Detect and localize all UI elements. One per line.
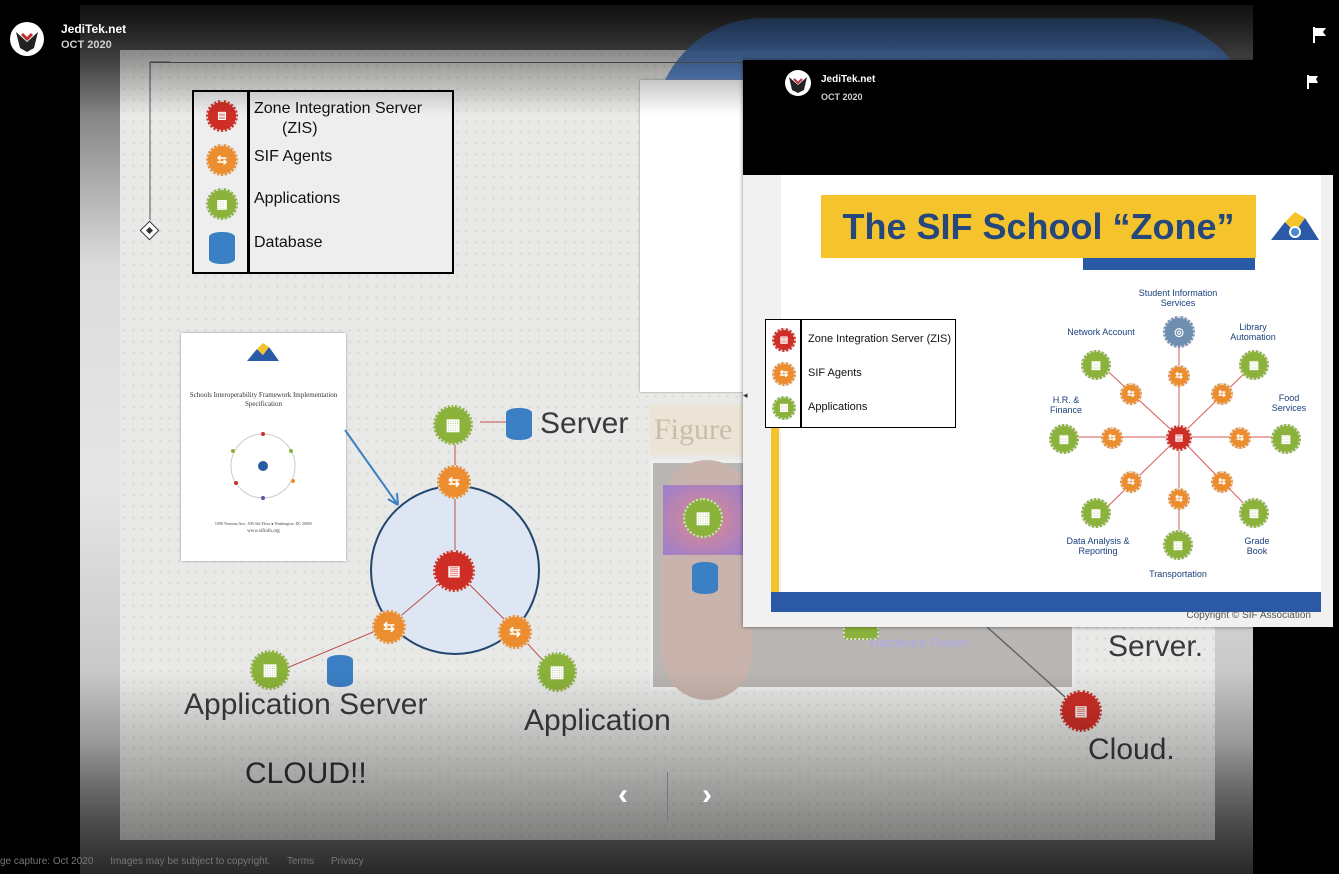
star-zis-icon: ▤	[1166, 425, 1192, 451]
popup-logo-icon[interactable]	[785, 70, 811, 96]
site-logo-icon[interactable]	[10, 22, 44, 56]
figure-strip: Figure	[650, 405, 745, 455]
popup-jeditek-logo-icon	[789, 77, 807, 93]
popup-legend: ▤ ⇆ ▦ Zone Integration Server (ZIS) SIF …	[765, 319, 956, 428]
star-sis-icon: ◎	[1163, 316, 1195, 348]
figure-db-icon	[692, 562, 718, 594]
site-header: JediTek.net OCT 2020	[10, 22, 126, 56]
star-transport-icon: ▦	[1163, 530, 1193, 560]
privacy-link[interactable]: Privacy	[331, 856, 364, 867]
application-icon: ▦	[206, 188, 238, 220]
site-name[interactable]: JediTek.net	[61, 22, 126, 36]
server-app-icon: ▦	[433, 405, 473, 445]
star-agent-ne: ⇆	[1211, 383, 1233, 405]
legend-agents-label: SIF Agents	[254, 148, 333, 165]
star-data-icon: ▦	[1081, 498, 1111, 528]
connector-line	[139, 61, 170, 241]
terms-link[interactable]: Terms	[287, 856, 314, 867]
slide-copyright: Copyright © SIF Association	[1186, 610, 1311, 621]
zis-icon: ▤	[206, 100, 238, 132]
star-hr-icon: ▦	[1049, 424, 1079, 454]
application-label: Application	[524, 704, 671, 737]
flag-icon[interactable]	[1312, 26, 1328, 44]
popup-flag-icon[interactable]	[1306, 74, 1320, 90]
capture-date: ge capture: Oct 2020	[0, 856, 94, 867]
figure-app-icon: ▦	[683, 498, 723, 538]
label-network: Network Account	[1067, 327, 1135, 337]
label-student: Student Information Services	[1138, 288, 1218, 308]
preview-popup: JediTek.net OCT 2020 ◂ The SIF School “Z…	[743, 60, 1333, 627]
popup-collapse-icon[interactable]: ◂	[743, 390, 757, 420]
popup-site-name[interactable]: JediTek.net	[821, 74, 875, 85]
agent-left-icon: ⇆	[372, 610, 406, 644]
popup-date: OCT 2020	[821, 92, 863, 102]
popup-legend-agents: SIF Agents	[808, 367, 862, 379]
popup-app-icon: ▦	[772, 396, 796, 420]
cloud-caps-label: CLOUD!!	[245, 757, 367, 790]
label-library: Library Automation	[1230, 322, 1276, 342]
legend-box: ▤ ⇆ ▦ Zone Integration Server (ZIS) SIF …	[192, 90, 454, 274]
slide-side-accent	[771, 420, 779, 610]
popup-agent-icon: ⇆	[772, 362, 796, 386]
cloud-zis-icon: ▤	[1060, 690, 1102, 732]
popup-header: JediTek.net OCT 2020	[743, 60, 1333, 175]
legend-zis-abbr: (ZIS)	[282, 120, 318, 137]
agent-right-icon: ⇆	[498, 615, 532, 649]
star-agent-n: ⇆	[1168, 365, 1190, 387]
sif-association-logo-icon	[1271, 212, 1319, 240]
star-network-icon: ▦	[1081, 350, 1111, 380]
cloud-connector	[986, 626, 1066, 698]
star-agent-s: ⇆	[1168, 488, 1190, 510]
application-node-icon: ▦	[537, 652, 577, 692]
label-grade: Grade Book	[1244, 536, 1270, 556]
agent-top-icon: ⇆	[437, 465, 471, 499]
star-grade-icon: ▦	[1239, 498, 1269, 528]
star-library-icon: ▦	[1239, 350, 1269, 380]
appserver-db-icon	[327, 655, 353, 687]
server-label: Server	[540, 407, 629, 440]
site-date: OCT 2020	[61, 39, 112, 51]
star-food-icon: ▦	[1271, 424, 1301, 454]
sif-logo-icon	[247, 343, 279, 361]
popup-zis-icon: ▤	[772, 328, 796, 352]
appserver-app-icon: ▦	[250, 650, 290, 690]
legend-zis-label: Zone Integration Server	[254, 100, 423, 117]
slide-title: The SIF School “Zone”	[842, 206, 1235, 247]
router-label: Hardware Router	[870, 635, 969, 650]
figure-label: Figure	[654, 413, 733, 446]
viewer-footer: ge capture: Oct 2020 Images may be subje…	[0, 856, 378, 867]
label-transport: Transportation	[1149, 569, 1207, 579]
slide-footer-bar	[771, 592, 1321, 612]
star-agent-se: ⇆	[1211, 471, 1233, 493]
copyright-notice: Images may be subject to copyright.	[110, 856, 271, 867]
label-food: Food Services	[1271, 393, 1307, 413]
legend-applications-label: Applications	[254, 190, 341, 207]
next-button[interactable]: ›	[702, 778, 712, 812]
application-server-label: Application Server	[184, 688, 428, 721]
agent-icon: ⇆	[206, 144, 238, 176]
legend-database-label: Database	[254, 234, 323, 251]
nav-separator	[667, 772, 668, 822]
label-data: Data Analysis & Reporting	[1066, 536, 1130, 556]
zis-center-icon: ▤	[433, 550, 475, 592]
cloud-dot-label: Cloud.	[1088, 733, 1175, 766]
server-db-icon	[506, 408, 532, 440]
image-viewer: ▤ ⇆ ▦ Zone Integration Server (ZIS) SIF …	[0, 0, 1339, 874]
legend-icon-column: ▤ ⇆ ▦	[194, 92, 250, 272]
prev-button[interactable]: ‹	[618, 778, 628, 812]
popup-legend-icons: ▤ ⇆ ▦	[766, 320, 802, 427]
star-agent-nw: ⇆	[1120, 383, 1142, 405]
slide-title-bar: The SIF School “Zone”	[821, 195, 1256, 258]
document-thumbnail-2	[640, 80, 750, 392]
popup-legend-zis: Zone Integration Server (ZIS)	[808, 333, 952, 345]
jeditek-logo-icon	[11, 23, 43, 55]
star-agent-e: ⇆	[1229, 427, 1251, 449]
star-agent-sw: ⇆	[1120, 471, 1142, 493]
star-agent-w: ⇆	[1101, 427, 1123, 449]
title-underline	[1083, 258, 1255, 270]
database-icon	[209, 232, 235, 264]
popup-legend-apps: Applications	[808, 401, 868, 413]
label-hr: H.R. & Finance	[1049, 395, 1083, 415]
server-dot-label: Server.	[1108, 630, 1204, 663]
